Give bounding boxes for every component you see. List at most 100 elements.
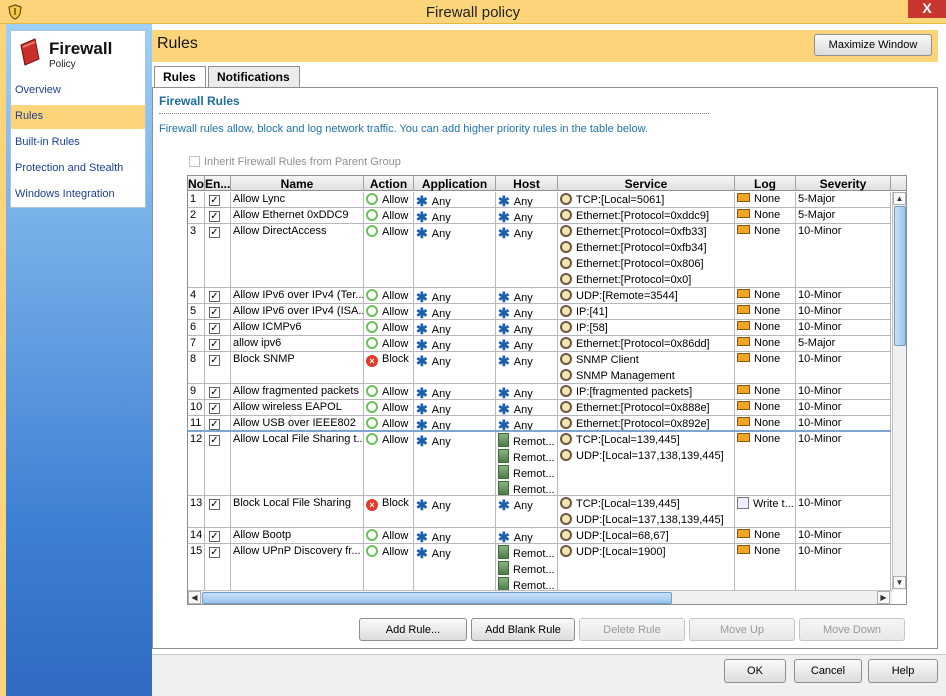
cell-name[interactable]: Allow IPv6 over IPv4 (Ter... <box>231 288 364 303</box>
cell-service[interactable]: TCP:[Local=139,445] UDP:[Local=137,138,13… <box>558 432 735 495</box>
cell-log[interactable]: Write t... <box>735 496 796 527</box>
column-header-severity[interactable]: Severity <box>796 176 891 191</box>
column-header-log[interactable]: Log <box>735 176 796 191</box>
close-window-button[interactable]: X <box>908 0 946 18</box>
cell-number[interactable]: 14 <box>188 528 205 543</box>
enabled-checkbox[interactable]: ✓ <box>209 435 220 446</box>
cell-number[interactable]: 10 <box>188 400 205 415</box>
cell-action[interactable]: Allow <box>364 528 414 543</box>
inherit-rules-checkbox[interactable] <box>189 156 200 167</box>
cell-action[interactable]: Allow <box>364 384 414 399</box>
cell-service[interactable]: UDP:[Remote=3544] <box>558 288 735 303</box>
cell-log[interactable]: None <box>735 288 796 303</box>
cell-host[interactable]: ✱ Any <box>496 288 558 303</box>
cell-number[interactable]: 4 <box>188 288 205 303</box>
cell-host[interactable]: ✱ Any <box>496 336 558 351</box>
cell-enabled[interactable]: ✓ <box>205 384 231 399</box>
tab-notifications[interactable]: Notifications <box>208 66 300 87</box>
cell-severity[interactable]: 10-Minor <box>796 224 891 287</box>
cell-severity[interactable]: 5-Major <box>796 336 891 351</box>
table-row[interactable]: 14 ✓ Allow Bootp Allow ✱ Any ✱ Any UDP:[Local=68… <box>188 528 891 544</box>
cell-host[interactable]: ✱ Any <box>496 304 558 319</box>
cell-name[interactable]: Allow IPv6 over IPv4 (ISA... <box>231 304 364 319</box>
cell-number[interactable]: 2 <box>188 208 205 223</box>
cell-service[interactable]: Ethernet:[Protocol=0x86dd] <box>558 336 735 351</box>
cell-severity[interactable]: 10-Minor <box>796 384 891 399</box>
cell-severity[interactable]: 10-Minor <box>796 304 891 319</box>
cell-log[interactable]: None <box>735 192 796 207</box>
cell-service[interactable]: TCP:[Local=139,445] UDP:[Local=137,138,13… <box>558 496 735 527</box>
cell-log[interactable]: None <box>735 208 796 223</box>
cell-name[interactable]: Allow fragmented packets <box>231 384 364 399</box>
cell-application[interactable]: ✱ Any <box>414 288 496 303</box>
cell-enabled[interactable]: ✓ <box>205 528 231 543</box>
cell-severity[interactable]: 10-Minor <box>796 416 891 430</box>
cell-name[interactable]: Block Local File Sharing <box>231 496 364 527</box>
enabled-checkbox[interactable]: ✓ <box>209 499 220 510</box>
enabled-checkbox[interactable]: ✓ <box>209 419 220 430</box>
cell-host[interactable]: ✱ Any <box>496 224 558 287</box>
ok-button[interactable]: OK <box>724 659 786 683</box>
help-button[interactable]: Help <box>868 659 938 683</box>
cell-log[interactable]: None <box>735 320 796 335</box>
cell-number[interactable]: 11 <box>188 416 205 430</box>
cell-service[interactable]: IP:[41] <box>558 304 735 319</box>
cell-number[interactable]: 6 <box>188 320 205 335</box>
cell-name[interactable]: Allow DirectAccess <box>231 224 364 287</box>
nav-item-windows-integration[interactable]: Windows Integration <box>11 183 145 207</box>
cell-application[interactable]: ✱ Any <box>414 432 496 495</box>
table-row[interactable]: 5 ✓ Allow IPv6 over IPv4 (ISA... Allow ✱ Any ✱… <box>188 304 891 320</box>
cell-number[interactable]: 5 <box>188 304 205 319</box>
cell-log[interactable]: None <box>735 336 796 351</box>
cell-application[interactable]: ✱ Any <box>414 304 496 319</box>
cell-enabled[interactable]: ✓ <box>205 496 231 527</box>
cell-log[interactable]: None <box>735 384 796 399</box>
column-header-no[interactable]: No <box>188 176 205 191</box>
cell-service[interactable]: Ethernet:[Protocol=0xfb33] Ethernet:[Prot… <box>558 224 735 287</box>
cell-log[interactable]: None <box>735 400 796 415</box>
scroll-right-arrow-icon[interactable]: ▶ <box>877 591 890 604</box>
cell-service[interactable]: Ethernet:[Protocol=0x892e] <box>558 416 735 430</box>
cell-severity[interactable]: 10-Minor <box>796 528 891 543</box>
cell-log[interactable]: None <box>735 432 796 495</box>
cell-host[interactable]: ✱ Any <box>496 192 558 207</box>
cell-application[interactable]: ✱ Any <box>414 320 496 335</box>
cell-host[interactable]: ✱ Any <box>496 496 558 527</box>
cell-name[interactable]: allow ipv6 <box>231 336 364 351</box>
table-row[interactable]: 7 ✓ allow ipv6 Allow ✱ Any ✱ Any Ethernet:[Proto… <box>188 336 891 352</box>
cell-enabled[interactable]: ✓ <box>205 192 231 207</box>
table-row[interactable]: 12 ✓ Allow Local File Sharing t... Allow ✱ An… <box>188 432 891 496</box>
cell-name[interactable]: Allow UPnP Discovery fr... <box>231 544 364 590</box>
cell-severity[interactable]: 10-Minor <box>796 400 891 415</box>
cell-service[interactable]: UDP:[Local=1900] <box>558 544 735 590</box>
maximize-window-button[interactable]: Maximize Window <box>814 34 932 56</box>
enabled-checkbox[interactable]: ✓ <box>209 227 220 238</box>
column-header-service[interactable]: Service <box>558 176 735 191</box>
cell-number[interactable]: 12 <box>188 432 205 495</box>
cell-severity[interactable]: 10-Minor <box>796 288 891 303</box>
cell-host[interactable]: ✱ Any <box>496 208 558 223</box>
table-row[interactable]: 8 ✓ Block SNMP × Block ✱ Any ✱ Any SNMP Client SNM… <box>188 352 891 384</box>
scroll-down-arrow-icon[interactable]: ▼ <box>893 576 906 589</box>
cell-action[interactable]: × Block <box>364 496 414 527</box>
cell-enabled[interactable]: ✓ <box>205 304 231 319</box>
cell-action[interactable]: Allow <box>364 208 414 223</box>
column-header-action[interactable]: Action <box>364 176 414 191</box>
cell-action[interactable]: Allow <box>364 320 414 335</box>
cell-action[interactable]: Allow <box>364 288 414 303</box>
cell-number[interactable]: 3 <box>188 224 205 287</box>
cell-host[interactable]: ✱ Any <box>496 352 558 383</box>
cell-application[interactable]: ✱ Any <box>414 528 496 543</box>
cell-number[interactable]: 8 <box>188 352 205 383</box>
cell-enabled[interactable]: ✓ <box>205 432 231 495</box>
cell-application[interactable]: ✱ Any <box>414 384 496 399</box>
enabled-checkbox[interactable]: ✓ <box>209 403 220 414</box>
delete-rule-button[interactable]: Delete Rule <box>579 618 685 641</box>
cell-service[interactable]: TCP:[Local=5061] <box>558 192 735 207</box>
enabled-checkbox[interactable]: ✓ <box>209 211 220 222</box>
cell-action[interactable]: Allow <box>364 400 414 415</box>
inherit-rules-option[interactable]: Inherit Firewall Rules from Parent Group <box>189 156 401 168</box>
cell-action[interactable]: Allow <box>364 192 414 207</box>
enabled-checkbox[interactable]: ✓ <box>209 355 220 366</box>
move-up-button[interactable]: Move Up <box>689 618 795 641</box>
